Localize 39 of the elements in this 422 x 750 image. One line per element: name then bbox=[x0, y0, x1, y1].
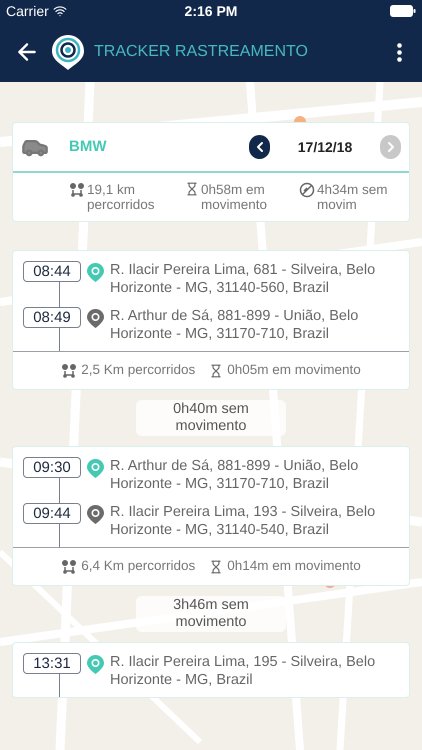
summary-stat-text: 4h34m sem movim bbox=[317, 182, 389, 212]
app-title: TRACKER RASTREAMENTO bbox=[94, 42, 309, 62]
address-text: R. Ilacir Pereira Lima, 193 - Silveira, Belo Horizonte - MG, 31140-540, Brazil bbox=[110, 503, 376, 539]
idle-time-label: 3h46m sem movimento bbox=[136, 596, 286, 632]
battery-icon bbox=[390, 5, 416, 17]
time-label: 13:31 bbox=[23, 653, 81, 674]
address-text: R. Ilacir Pereira Lima, 195 - Silveira, Belo Horizonte - MG, Brazil bbox=[110, 653, 376, 689]
trip-card[interactable] bbox=[12, 250, 410, 390]
vehicle-name: BMW bbox=[69, 136, 108, 157]
clock-text: 2:16 PM bbox=[184, 2, 238, 20]
time-label: 09:30 bbox=[23, 457, 81, 478]
more-icon bbox=[397, 42, 402, 62]
time-label: 08:44 bbox=[23, 261, 81, 282]
hourglass-icon bbox=[209, 560, 224, 574]
moving-time-text: 0h05m em movimento bbox=[227, 361, 361, 380]
route-icon bbox=[69, 182, 85, 198]
distance-text: 2,5 Km percorridos bbox=[81, 361, 196, 380]
route-icon bbox=[61, 362, 78, 378]
summary-stat-text: 19,1 km percorridos bbox=[87, 182, 156, 212]
carrier-text: Carrier bbox=[6, 2, 49, 20]
hourglass-icon bbox=[209, 364, 224, 378]
time-label: 08:49 bbox=[23, 307, 81, 328]
moving-time-text: 0h14m em movimento bbox=[227, 557, 361, 576]
idle-time-label: 0h40m sem movimento bbox=[136, 400, 286, 436]
trip-card[interactable]: 13:31 R. Ilacir Pereira Lima, 195 - Silveira, Belo Horizonte - MG, Brazil bbox=[12, 642, 410, 698]
wifi-icon bbox=[52, 4, 67, 18]
date-text: 17/12/18 bbox=[296, 138, 354, 156]
time-label: 09:44 bbox=[23, 503, 81, 524]
location-logo-icon bbox=[50, 33, 86, 71]
summary-stat-text: 0h58m em movimento bbox=[201, 182, 268, 212]
distance-text: 6,4 Km percorridos bbox=[81, 557, 196, 576]
speed-off-icon bbox=[299, 182, 315, 198]
address-text: R. Ilacir Pereira Lima, 681 - Silveira, Belo Horizonte - MG, 31140-560, Brazil bbox=[110, 261, 376, 297]
address-text: R. Arthur de Sá, 881-899 - União, Belo Horizonte - MG, 31170-710, Brazil bbox=[110, 307, 360, 343]
route-icon bbox=[61, 558, 78, 574]
previous-day-button[interactable] bbox=[249, 135, 270, 159]
trip-card[interactable] bbox=[12, 446, 410, 586]
address-text: R. Arthur de Sá, 881-899 - União, Belo Horizonte - MG, 31170-710, Brazil bbox=[110, 457, 360, 493]
hourglass-icon bbox=[185, 182, 199, 196]
